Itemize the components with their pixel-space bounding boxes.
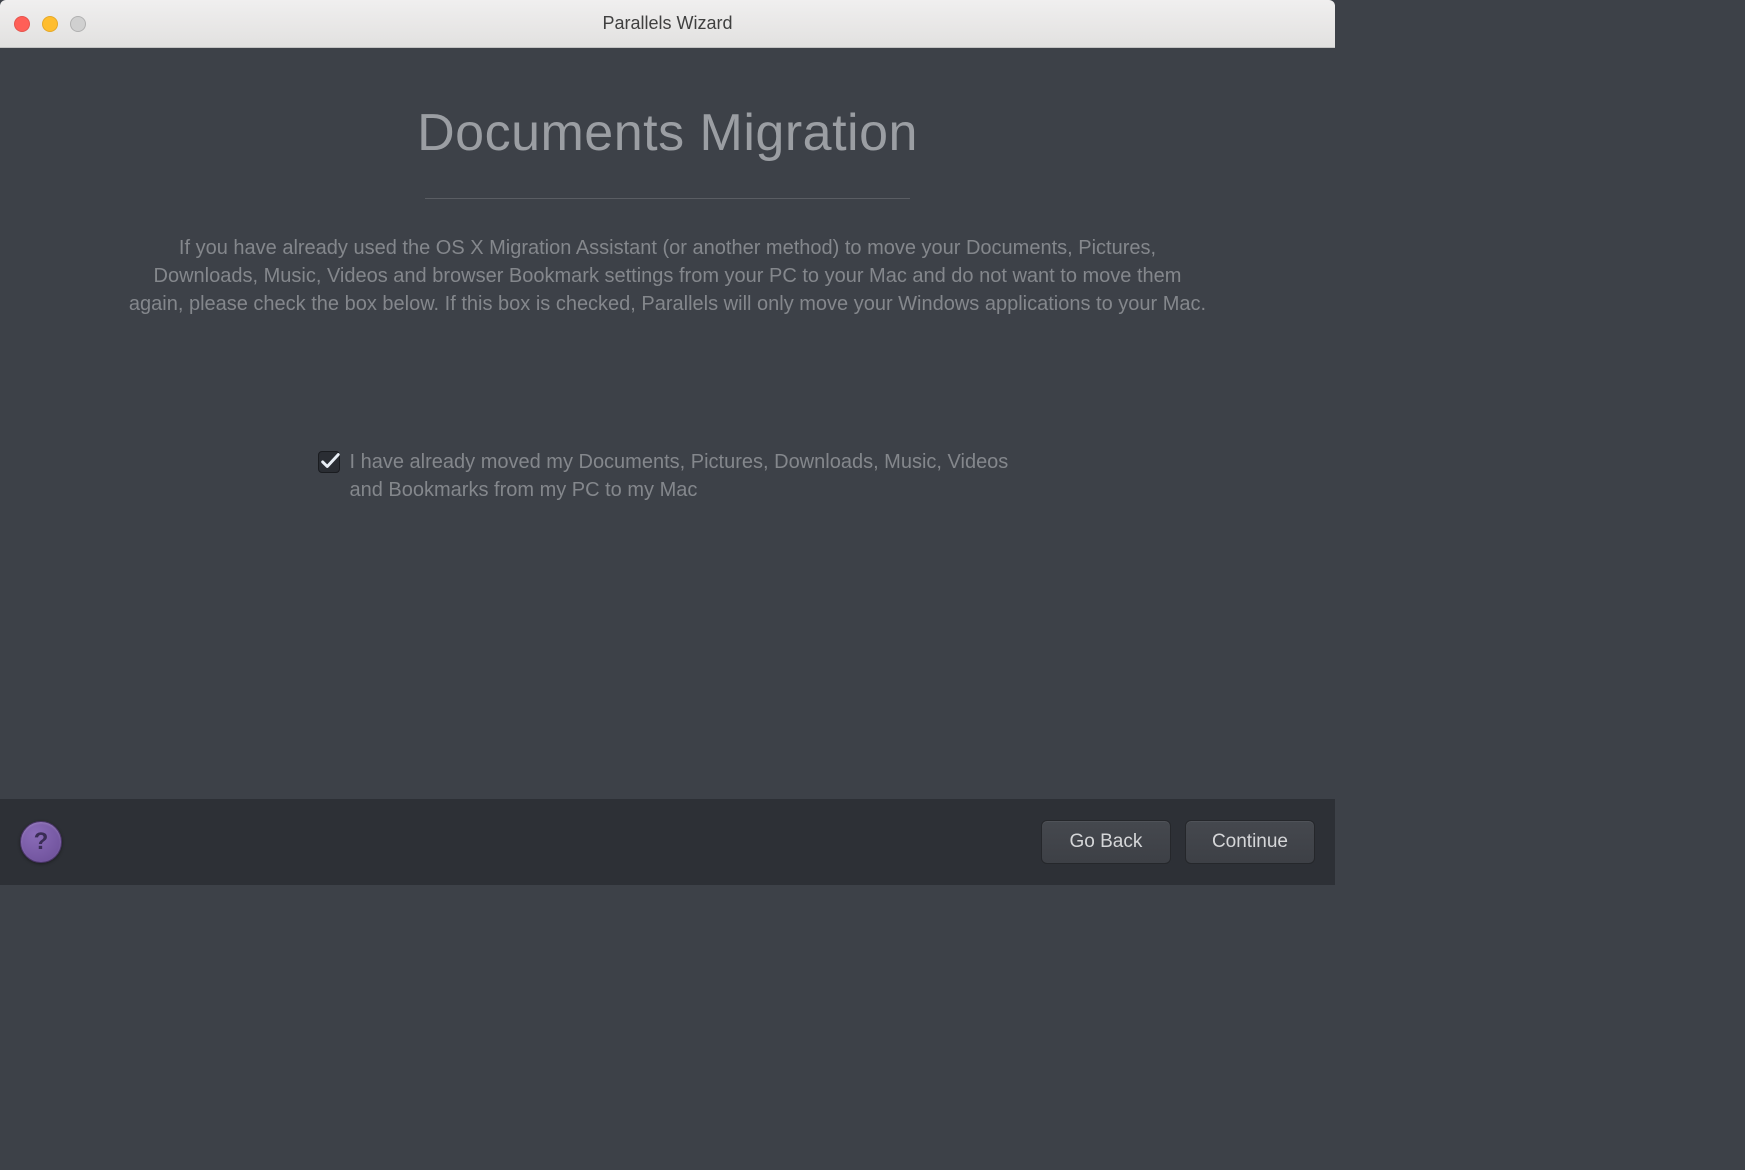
minimize-window-button[interactable] — [42, 16, 58, 32]
continue-button[interactable]: Continue — [1185, 820, 1315, 864]
content-area: Documents Migration If you have already … — [0, 48, 1335, 799]
page-title: Documents Migration — [417, 103, 918, 163]
close-window-button[interactable] — [14, 16, 30, 32]
window-title: Parallels Wizard — [0, 13, 1335, 34]
footer: ? Go Back Continue — [0, 799, 1335, 885]
titlebar: Parallels Wizard — [0, 0, 1335, 48]
checkmark-icon — [319, 450, 341, 472]
checkbox-label: I have already moved my Documents, Pictu… — [350, 448, 1018, 504]
help-icon: ? — [34, 828, 49, 856]
zoom-window-button — [70, 16, 86, 32]
already-moved-checkbox[interactable] — [318, 451, 340, 473]
go-back-button[interactable]: Go Back — [1041, 820, 1171, 864]
divider — [425, 198, 910, 199]
help-button[interactable]: ? — [20, 821, 62, 863]
description-text: If you have already used the OS X Migrat… — [128, 234, 1208, 318]
